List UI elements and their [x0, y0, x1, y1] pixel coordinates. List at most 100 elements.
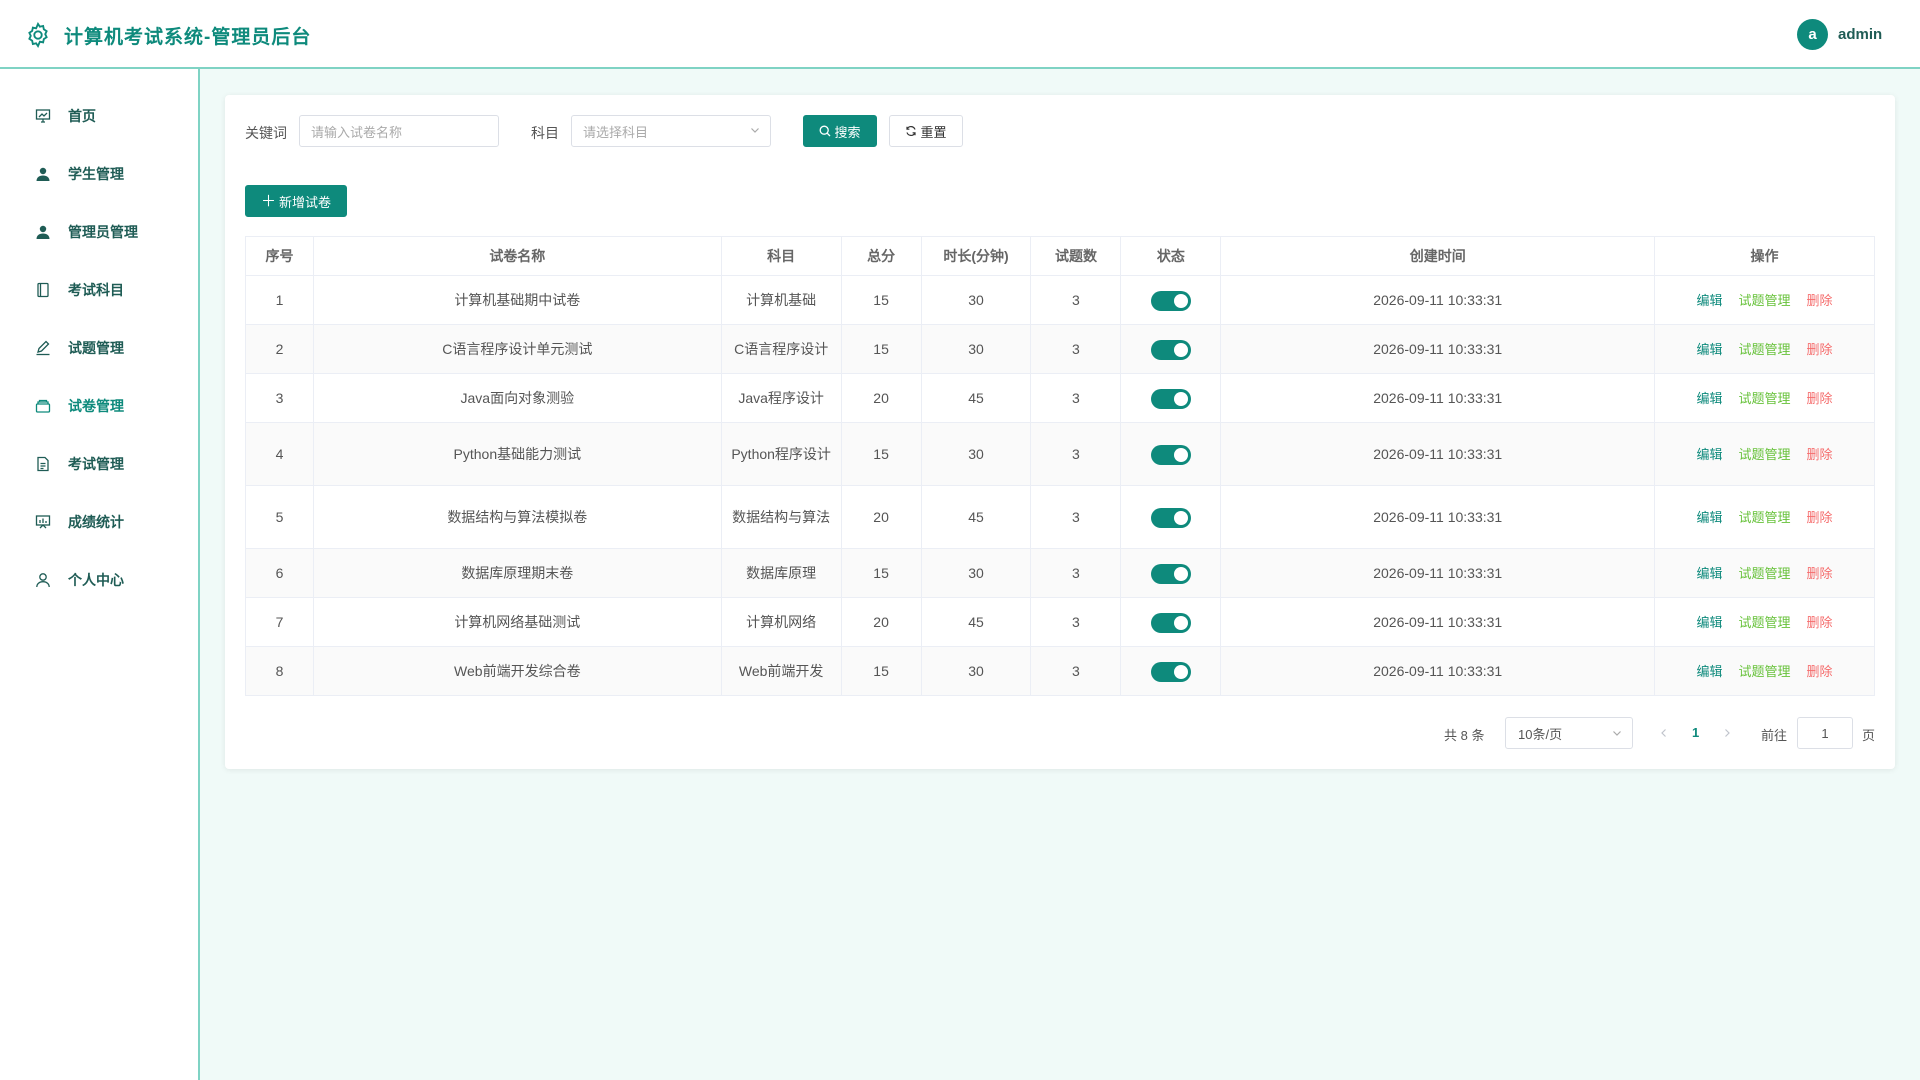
notebook-icon: [34, 281, 52, 299]
table-header-row: 序号 试卷名称 科目 总分 时长(分钟) 试题数 状态 创建时间 操作: [245, 236, 1875, 276]
add-paper-button[interactable]: ＋ 新增试卷: [245, 185, 347, 217]
manage-questions-link[interactable]: 试题管理: [1739, 447, 1791, 462]
cell-duration: 30: [920, 548, 1032, 598]
cell-paper-name: 计算机网络基础测试: [312, 597, 722, 647]
manage-questions-link[interactable]: 试题管理: [1739, 342, 1791, 357]
cell-status: [1120, 485, 1222, 549]
edit-link[interactable]: 编辑: [1697, 510, 1723, 525]
cell-status: [1120, 275, 1222, 325]
manage-questions-link[interactable]: 试题管理: [1739, 566, 1791, 581]
chevron-down-icon: [751, 128, 759, 133]
cell-created-time: 2026-09-11 10:33:31: [1220, 275, 1656, 325]
subject-select[interactable]: 请选择科目: [571, 115, 771, 147]
keyword-input[interactable]: 请输入试卷名称: [299, 115, 499, 147]
cell-no: 7: [245, 597, 314, 647]
status-toggle[interactable]: [1150, 613, 1191, 634]
goto-label: 前往: [1761, 728, 1788, 743]
sidebar-item-papers[interactable]: 试卷管理: [0, 377, 198, 435]
avatar[interactable]: a: [1797, 19, 1828, 50]
sidebar-item-label: 成绩统计: [68, 514, 124, 530]
cell-created-time: 2026-09-11 10:33:31: [1220, 324, 1656, 374]
prev-page-icon[interactable]: [1659, 728, 1669, 738]
status-toggle[interactable]: [1150, 662, 1191, 683]
keyword-label: 关键词: [245, 125, 287, 141]
manage-questions-link[interactable]: 试题管理: [1739, 293, 1791, 308]
status-toggle[interactable]: [1150, 508, 1191, 529]
status-toggle[interactable]: [1150, 291, 1191, 312]
cell-paper-name: 数据结构与算法模拟卷: [312, 485, 722, 549]
cell-total-score: 15: [840, 275, 922, 325]
sidebar: 首页 学生管理 管理员管理 考试科目 试题管理 试卷管理 考试管理 成绩统计 个…: [0, 69, 200, 1080]
subject-placeholder: 请选择科目: [583, 124, 649, 140]
page-size-select[interactable]: 10条/页: [1505, 717, 1633, 749]
delete-link[interactable]: 删除: [1807, 510, 1833, 525]
cell-question-count: 3: [1030, 597, 1122, 647]
current-page[interactable]: 1: [1692, 725, 1699, 740]
manage-questions-link[interactable]: 试题管理: [1739, 664, 1791, 679]
sidebar-item-students[interactable]: 学生管理: [0, 145, 198, 203]
manage-questions-link[interactable]: 试题管理: [1739, 391, 1791, 406]
gear-icon: [28, 21, 48, 49]
delete-link[interactable]: 删除: [1807, 391, 1833, 406]
plus-icon: ＋: [260, 192, 276, 210]
cell-total-score: 20: [840, 373, 922, 423]
top-header: 计算机考试系统-管理员后台 a admin: [0, 0, 1920, 69]
search-label: 搜索: [834, 124, 861, 140]
edit-link[interactable]: 编辑: [1697, 391, 1723, 406]
edit-link[interactable]: 编辑: [1697, 615, 1723, 630]
keyword-placeholder: 请输入试卷名称: [311, 124, 403, 140]
content-card: 关键词 请输入试卷名称 科目 请选择科目 搜索 重置 ＋ 新增试卷 序号 试卷名…: [225, 95, 1895, 769]
cell-total-score: 15: [840, 548, 922, 598]
cell-total-score: 15: [840, 646, 922, 696]
toggle-knob: [1173, 392, 1188, 407]
cell-created-time: 2026-09-11 10:33:31: [1220, 646, 1656, 696]
cell-paper-name: 数据库原理期末卷: [312, 548, 722, 598]
cell-question-count: 3: [1030, 275, 1122, 325]
delete-link[interactable]: 删除: [1807, 566, 1833, 581]
dashboard-icon: [34, 107, 52, 125]
username[interactable]: admin: [1838, 26, 1882, 43]
edit-link[interactable]: 编辑: [1697, 293, 1723, 308]
sidebar-item-exams[interactable]: 考试管理: [0, 435, 198, 493]
status-toggle[interactable]: [1150, 564, 1191, 585]
delete-link[interactable]: 删除: [1807, 447, 1833, 462]
cell-no: 6: [245, 548, 314, 598]
col-header: 试题数: [1030, 236, 1122, 276]
cell-question-count: 3: [1030, 422, 1122, 486]
edit-link[interactable]: 编辑: [1697, 566, 1723, 581]
edit-link[interactable]: 编辑: [1697, 342, 1723, 357]
delete-link[interactable]: 删除: [1807, 342, 1833, 357]
next-page-icon[interactable]: [1722, 728, 1732, 738]
cell-question-count: 3: [1030, 485, 1122, 549]
edit-link[interactable]: 编辑: [1697, 447, 1723, 462]
subject-label: 科目: [531, 125, 559, 141]
chevron-down-icon: [1613, 731, 1621, 736]
sidebar-item-questions[interactable]: 试题管理: [0, 319, 198, 377]
cell-no: 4: [245, 422, 314, 486]
manage-questions-link[interactable]: 试题管理: [1739, 615, 1791, 630]
page-size-value: 10条/页: [1518, 726, 1563, 742]
sidebar-item-scores[interactable]: 成绩统计: [0, 493, 198, 551]
cell-status: [1120, 373, 1222, 423]
papers-table: 序号 试卷名称 科目 总分 时长(分钟) 试题数 状态 创建时间 操作 1 计算机…: [245, 236, 1875, 696]
sidebar-item-profile[interactable]: 个人中心: [0, 551, 198, 609]
cell-paper-name: Java面向对象测验: [312, 373, 722, 423]
status-toggle[interactable]: [1150, 389, 1191, 410]
toggle-knob: [1173, 448, 1188, 463]
cell-status: [1120, 646, 1222, 696]
delete-link[interactable]: 删除: [1807, 615, 1833, 630]
col-header: 时长(分钟): [920, 236, 1032, 276]
goto-page-input[interactable]: 1: [1797, 717, 1853, 749]
cell-created-time: 2026-09-11 10:33:31: [1220, 485, 1656, 549]
reset-button[interactable]: 重置: [889, 115, 963, 147]
status-toggle[interactable]: [1150, 445, 1191, 466]
search-button[interactable]: 搜索: [803, 115, 877, 147]
sidebar-item-home[interactable]: 首页: [0, 87, 198, 145]
delete-link[interactable]: 删除: [1807, 293, 1833, 308]
edit-link[interactable]: 编辑: [1697, 664, 1723, 679]
status-toggle[interactable]: [1150, 340, 1191, 361]
sidebar-item-admins[interactable]: 管理员管理: [0, 203, 198, 261]
sidebar-item-subjects[interactable]: 考试科目: [0, 261, 198, 319]
delete-link[interactable]: 删除: [1807, 664, 1833, 679]
manage-questions-link[interactable]: 试题管理: [1739, 510, 1791, 525]
